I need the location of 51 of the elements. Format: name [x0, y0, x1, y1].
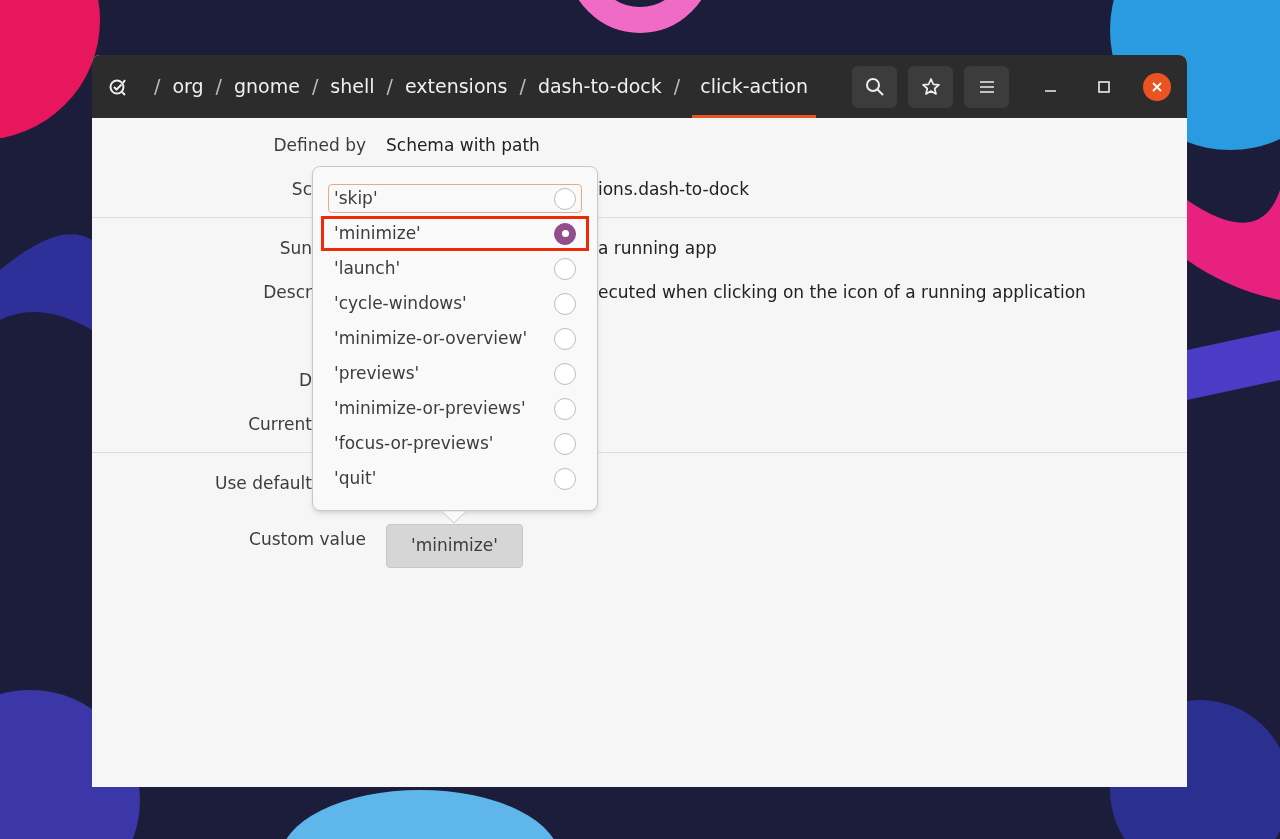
field-label: Sun [279, 237, 312, 260]
field-label: D [298, 369, 312, 392]
option-item[interactable]: 'minimize-or-overview' [321, 321, 589, 356]
value-button[interactable]: 'minimize' [386, 524, 523, 568]
path-segment[interactable]: click-action [692, 55, 816, 118]
option-item[interactable]: 'launch' [321, 251, 589, 286]
close-button[interactable] [1143, 72, 1171, 101]
path-separator: / [311, 74, 319, 100]
radio-button[interactable] [554, 397, 576, 420]
option-item[interactable]: 'cycle-windows' [321, 286, 589, 321]
radio-button[interactable] [554, 187, 576, 210]
path-separator: / [386, 74, 393, 100]
menu-icon [978, 79, 995, 94]
path-separator: / [154, 74, 161, 100]
path-separator: / [215, 74, 222, 100]
field-value: Schema with path [386, 134, 540, 157]
menu-button[interactable] [964, 65, 1009, 108]
field-label: Defined by [273, 134, 366, 157]
field-value: ecuted when clicking on the icon of a running application [598, 281, 1086, 304]
radio-button[interactable] [554, 222, 576, 245]
star-icon [920, 76, 941, 97]
bookmark-button[interactable] [908, 65, 953, 108]
field-label: Descr [263, 281, 312, 304]
radio-button[interactable] [554, 327, 576, 350]
option-item[interactable]: 'focus-or-previews' [321, 426, 589, 461]
search-button[interactable] [852, 65, 897, 108]
maximize-icon [1098, 80, 1110, 93]
option-item[interactable]: 'previews' [321, 356, 589, 391]
field-label: Use default [215, 472, 312, 495]
field-label: Current [248, 413, 312, 436]
field-label: Sc [291, 178, 312, 201]
path-separator: / [673, 74, 681, 100]
option-item[interactable]: 'minimize-or-previews' [321, 391, 589, 426]
minimize-icon [1044, 89, 1056, 92]
radio-button[interactable] [554, 467, 576, 490]
path-segment[interactable]: gnome [234, 55, 300, 118]
path-segment[interactable]: dash-to-dock [537, 55, 662, 118]
field-value: ions.dash-to-dock [598, 178, 750, 201]
radio-button[interactable] [554, 257, 576, 280]
option-item[interactable]: 'quit' [321, 461, 589, 496]
radio-button[interactable] [554, 362, 576, 385]
radio-button[interactable] [554, 292, 576, 315]
field-value: a running app [598, 237, 717, 260]
path-separator: / [519, 74, 526, 100]
path-segment[interactable]: extensions [404, 55, 508, 118]
path-segment[interactable]: org [172, 55, 204, 118]
close-icon [1151, 80, 1163, 93]
path-segment[interactable]: shell [330, 55, 375, 118]
radio-button[interactable] [554, 432, 576, 455]
option-item[interactable]: 'minimize' [321, 216, 589, 251]
field-label: Custom value [249, 528, 366, 551]
